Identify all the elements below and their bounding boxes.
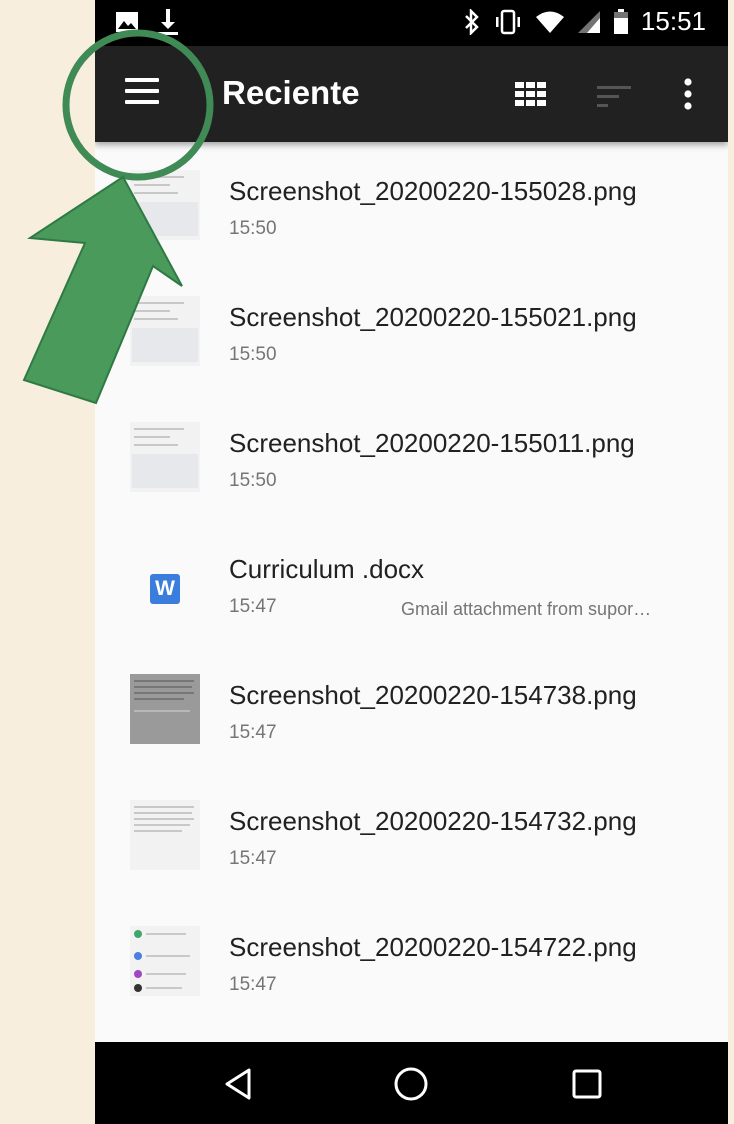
more-vert-icon[interactable]: [681, 78, 695, 110]
list-item[interactable]: Screenshot_20200220-155011.png 15:50: [95, 394, 728, 520]
file-time: 15:47: [229, 722, 277, 743]
file-name: Screenshot_20200220-154738.png: [229, 680, 637, 710]
phone-screen: 15:51 Reciente Screenshot_20200220-15502…: [95, 0, 728, 1124]
app-bar: Reciente: [95, 46, 728, 142]
file-time: 15:47: [229, 974, 277, 995]
file-name: Screenshot_20200220-154722.png: [229, 932, 637, 962]
image-icon: [116, 12, 138, 32]
list-item[interactable]: W Curriculum .docx 15:47 Gmail attachmen…: [95, 520, 728, 646]
home-icon[interactable]: [391, 1064, 431, 1104]
wifi-icon: [535, 11, 564, 33]
download-icon: [158, 9, 178, 35]
back-icon[interactable]: [219, 1064, 259, 1104]
file-thumbnail: [130, 296, 200, 366]
list-item[interactable]: Screenshot_20200220-154722.png 15:47: [95, 898, 728, 1024]
file-name: Screenshot_20200220-154732.png: [229, 806, 637, 836]
bluetooth-icon: [465, 8, 479, 35]
list-item[interactable]: Screenshot_20200220-154732.png 15:47: [95, 772, 728, 898]
file-thumbnail: [130, 422, 200, 492]
status-bar: 15:51: [95, 0, 728, 46]
file-name: Curriculum .docx: [229, 554, 425, 584]
signal-icon: [577, 10, 600, 33]
file-time: 15:50: [229, 218, 277, 239]
battery-icon: [613, 8, 628, 34]
file-summary: Gmail attachment from supor…: [401, 599, 652, 619]
file-time: 15:50: [229, 470, 277, 491]
list-item[interactable]: Screenshot_20200220-154738.png 15:47: [95, 646, 728, 772]
file-time: 15:47: [229, 848, 277, 869]
sort-icon[interactable]: [597, 84, 631, 108]
file-thumbnail: [130, 674, 200, 744]
grid-view-icon[interactable]: [515, 82, 547, 106]
file-name: Screenshot_20200220-155021.png: [229, 302, 637, 332]
file-time: 15:50: [229, 344, 277, 365]
status-time: 15:51: [640, 6, 706, 36]
menu-icon[interactable]: [125, 78, 159, 108]
file-thumbnail: [130, 800, 200, 870]
file-name: Screenshot_20200220-155011.png: [229, 428, 635, 458]
list-item[interactable]: Screenshot_20200220-155028.png 15:50: [95, 142, 728, 268]
file-name: Screenshot_20200220-155028.png: [229, 176, 637, 206]
file-thumbnail: [130, 926, 200, 996]
navigation-bar: [95, 1042, 728, 1124]
word-doc-icon: W: [150, 574, 180, 604]
page-title: Reciente: [222, 74, 360, 111]
recents-icon[interactable]: [567, 1064, 607, 1104]
file-time: 15:47: [229, 596, 277, 617]
vibrate-icon: [495, 9, 520, 34]
list-item[interactable]: Screenshot_20200220-155021.png 15:50: [95, 268, 728, 394]
file-thumbnail: [130, 170, 200, 240]
